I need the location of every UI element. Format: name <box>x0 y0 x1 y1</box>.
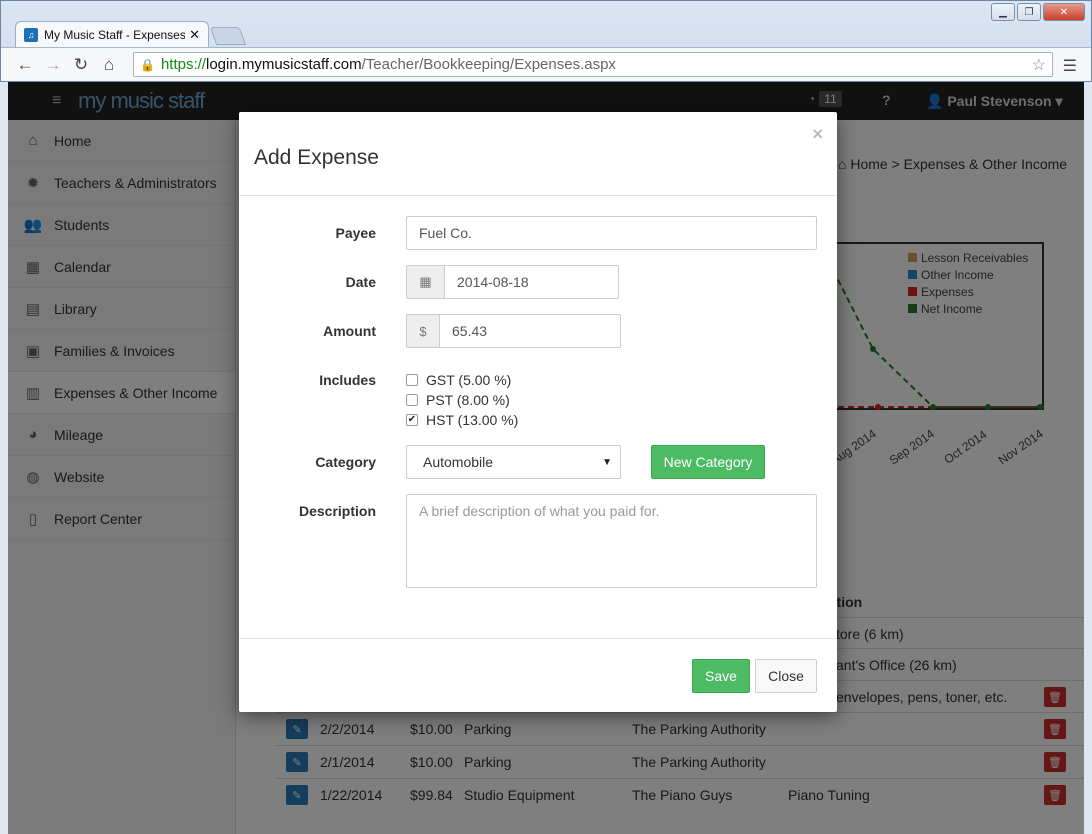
amount-input[interactable]: 65.43 <box>439 314 621 348</box>
maximize-button[interactable]: ❐ <box>1017 3 1041 21</box>
address-bar[interactable]: 🔒 https://login.mymusicstaff.com/Teacher… <box>133 52 1053 77</box>
add-expense-modal: Add Expense × Payee Fuel Co. Date ▦ 2014… <box>239 112 837 712</box>
modal-close-icon[interactable]: × <box>812 124 823 145</box>
close-button[interactable]: Close <box>755 659 817 693</box>
pst-checkbox[interactable] <box>406 394 418 406</box>
pst-checkbox-row[interactable]: PST (8.00 %) <box>406 392 510 408</box>
amount-label: Amount <box>323 323 376 339</box>
date-input[interactable]: 2014-08-18 <box>444 265 619 299</box>
minimize-button[interactable]: ▁ <box>991 3 1015 21</box>
home-icon[interactable]: ⌂ <box>95 55 123 75</box>
url-path: /Teacher/Bookkeeping/Expenses.aspx <box>361 56 616 73</box>
dropdown-caret-icon: ▼ <box>602 456 612 468</box>
browser-tab[interactable]: ♫ My Music Staff - Expenses ✕ <box>15 21 209 47</box>
category-label: Category <box>315 454 376 470</box>
reload-icon[interactable]: ↻ <box>67 55 95 75</box>
url-host: login.mymusicstaff.com <box>205 56 362 73</box>
hst-checkbox-row[interactable]: ✔ HST (13.00 %) <box>406 412 518 428</box>
hst-checkbox[interactable]: ✔ <box>406 414 418 426</box>
payee-label: Payee <box>335 225 376 241</box>
date-label: Date <box>345 274 376 290</box>
gst-checkbox-row[interactable]: GST (5.00 %) <box>406 372 511 388</box>
tab-close-icon[interactable]: ✕ <box>189 27 200 43</box>
pst-label: PST (8.00 %) <box>426 392 510 408</box>
window-controls: ▁ ❐ ✕ <box>991 3 1085 21</box>
window-close-button[interactable]: ✕ <box>1043 3 1085 21</box>
forward-arrow-icon[interactable]: → <box>39 55 67 75</box>
url-scheme: https:// <box>160 56 206 73</box>
browser-menu-icon[interactable]: ☰ <box>1063 56 1077 76</box>
save-button[interactable]: Save <box>692 659 750 693</box>
includes-label: Includes <box>319 372 376 388</box>
browser-toolbar: ← → ↻ ⌂ 🔒 https://login.mymusicstaff.com… <box>1 47 1091 81</box>
new-category-button[interactable]: New Category <box>651 445 765 479</box>
site-favicon-icon: ♫ <box>24 27 38 42</box>
lock-icon: 🔒 <box>140 57 155 72</box>
gst-label: GST (5.00 %) <box>426 372 512 388</box>
category-select[interactable]: Automobile ▼ <box>406 445 621 479</box>
back-arrow-icon[interactable]: ← <box>11 55 39 75</box>
description-label: Description <box>298 503 376 519</box>
browser-chrome: ♫ My Music Staff - Expenses ✕ ▁ ❐ ✕ ← → … <box>0 0 1092 82</box>
dollar-sign-addon: $ <box>406 314 440 348</box>
gst-checkbox[interactable] <box>406 374 418 386</box>
calendar-icon[interactable]: ▦ <box>406 265 445 299</box>
modal-header: Add Expense × <box>239 112 837 196</box>
hst-label: HST (13.00 %) <box>426 412 519 428</box>
category-value: Automobile <box>423 454 494 470</box>
description-textarea[interactable]: A brief description of what you paid for… <box>406 494 817 588</box>
new-tab-button[interactable] <box>209 27 247 45</box>
tab-title: My Music Staff - Expenses <box>44 27 186 42</box>
bookmark-star-icon[interactable]: ☆ <box>1032 55 1046 75</box>
payee-input[interactable]: Fuel Co. <box>406 216 817 250</box>
modal-title: Add Expense <box>254 146 379 169</box>
modal-footer: Save Close <box>239 638 837 712</box>
